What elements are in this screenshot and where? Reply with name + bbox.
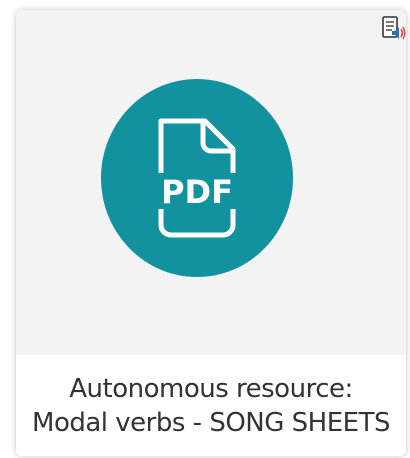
page: PDF Autonomous resource: Modal verbs - S… bbox=[0, 0, 410, 458]
card-title[interactable]: Autonomous resource: Modal verbs - SONG … bbox=[16, 355, 406, 456]
pdf-document-glyph: PDF bbox=[149, 118, 245, 238]
pdf-label: PDF bbox=[161, 173, 233, 211]
pdf-file-icon: PDF bbox=[101, 79, 293, 277]
audio-document-icon[interactable] bbox=[382, 16, 406, 42]
card-thumbnail[interactable]: PDF bbox=[16, 10, 406, 355]
card-title-line-2: Modal verbs - SONG SHEETS bbox=[32, 407, 390, 438]
card-title-line-1: Autonomous resource: bbox=[69, 373, 353, 404]
resource-card[interactable]: PDF Autonomous resource: Modal verbs - S… bbox=[16, 10, 406, 456]
